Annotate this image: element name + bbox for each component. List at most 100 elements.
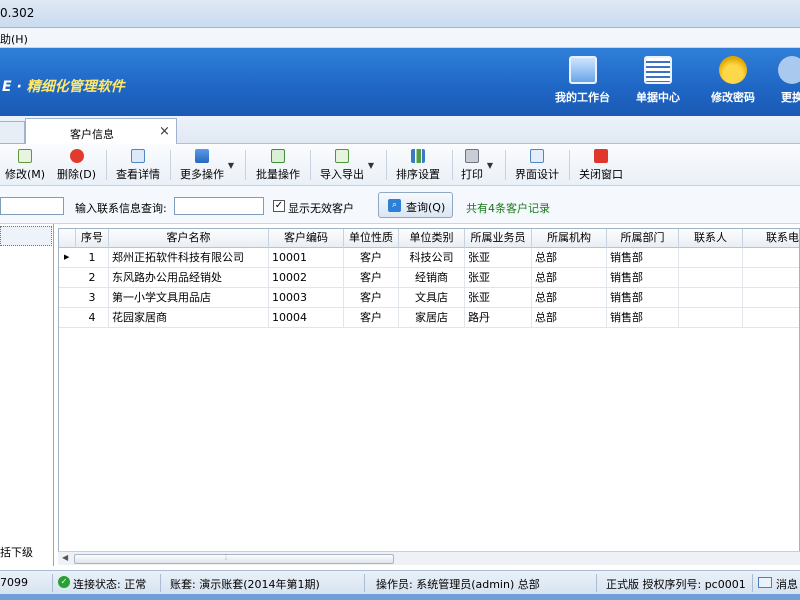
scroll-left-icon[interactable]: ◀ <box>62 553 68 562</box>
show-invalid-label: 显示无效客户 <box>288 202 354 215</box>
cell-nature: 客户 <box>344 248 399 268</box>
edit-button[interactable]: 修改(M) <box>5 147 45 183</box>
cell-name: 东风路办公用品经销处 <box>109 268 269 288</box>
status-connection: 连接状态: 正常 <box>73 578 147 591</box>
column-header[interactable]: 客户名称 <box>109 229 269 248</box>
search-icon: ⌕ <box>388 199 401 212</box>
window-bottom-edge <box>0 594 800 600</box>
cell-nature: 客户 <box>344 268 399 288</box>
cell-index: 4 <box>76 308 109 328</box>
batch-button[interactable]: 批量操作 <box>256 147 300 183</box>
customer-table: 序号 客户名称 客户编码 单位性质 单位类别 所属业务员 所属机构 所属部门 联… <box>58 228 800 564</box>
cell-contact <box>679 248 743 268</box>
ui-design-button[interactable]: 界面设计 <box>515 147 559 183</box>
scrollbar-thumb[interactable]: ⦙ <box>74 553 394 564</box>
show-invalid-checkbox[interactable]: ✓ <box>273 200 285 212</box>
cell-department: 销售部 <box>607 308 679 328</box>
view-detail-button[interactable]: 查看详情 <box>116 147 160 183</box>
batch-icon <box>271 149 285 163</box>
column-header[interactable]: 联系人 <box>679 229 743 248</box>
horizontal-scrollbar[interactable]: ◀ ⦙ <box>58 551 800 565</box>
column-header[interactable]: 客户编码 <box>269 229 344 248</box>
cell-name: 第一小学文具用品店 <box>109 288 269 308</box>
cell-category: 科技公司 <box>399 248 465 268</box>
toolbar-divider <box>452 150 453 180</box>
toolbar-divider <box>505 150 506 180</box>
lock-icon <box>719 56 747 84</box>
column-header[interactable]: 单位性质 <box>344 229 399 248</box>
column-header[interactable]: 联系电 <box>743 229 799 248</box>
cell-index: 2 <box>76 268 109 288</box>
tab-customer-info[interactable]: 客户信息 × <box>25 118 177 145</box>
import-export-icon <box>335 149 349 163</box>
delete-button[interactable]: 删除(D) <box>57 147 96 183</box>
dropdown-arrow-icon[interactable]: ▼ <box>368 161 374 170</box>
close-window-button[interactable]: 关闭窗口 <box>579 147 623 183</box>
table-row[interactable]: 4 花园家居商 10004 客户 家居店 路丹 总部 销售部 <box>59 308 799 328</box>
query-button[interactable]: ⌕ 查询(Q) <box>378 192 453 218</box>
print-button[interactable]: 打印 ▼ <box>461 147 493 183</box>
cell-index: 3 <box>76 288 109 308</box>
cell-organization: 总部 <box>532 288 607 308</box>
sort-icon <box>411 149 425 163</box>
cell-nature: 客户 <box>344 288 399 308</box>
table-row[interactable]: ▶ 1 郑州正拓软件科技有限公司 10001 客户 科技公司 张亚 总部 销售部 <box>59 248 799 268</box>
nav-change-password[interactable]: 修改密码 <box>711 56 755 105</box>
nav-document-center[interactable]: 单据中心 <box>636 56 680 105</box>
tab-bar: 客户信息 × <box>0 116 800 145</box>
cell-name: 花园家居商 <box>109 308 269 328</box>
menu-help[interactable]: 助(H) <box>0 31 28 47</box>
cell-phone <box>743 268 799 288</box>
filter-bar: 输入联系信息查询: ✓ 显示无效客户 ⌕ 查询(Q) 共有4条客户记录 <box>0 186 800 224</box>
column-header[interactable]: 序号 <box>76 229 109 248</box>
nav-my-workbench[interactable]: 我的工作台 <box>555 56 610 105</box>
cell-category: 家居店 <box>399 308 465 328</box>
column-header[interactable]: 所属业务员 <box>465 229 532 248</box>
user-switch-icon <box>778 56 800 84</box>
cell-salesperson: 张亚 <box>465 268 532 288</box>
cell-category: 经销商 <box>399 268 465 288</box>
dropdown-arrow-icon[interactable]: ▼ <box>487 161 493 170</box>
table-row[interactable]: 3 第一小学文具用品店 10003 客户 文具店 张亚 总部 销售部 <box>59 288 799 308</box>
column-header[interactable]: 单位类别 <box>399 229 465 248</box>
status-divider <box>752 574 753 592</box>
cell-code: 10002 <box>269 268 344 288</box>
table-row[interactable]: 2 东风路办公用品经销处 10002 客户 经销商 张亚 总部 销售部 <box>59 268 799 288</box>
monitor-icon <box>568 56 597 84</box>
column-header[interactable]: 所属部门 <box>607 229 679 248</box>
status-version-code: 7099 <box>0 576 28 589</box>
status-license: 正式版 授权序列号: pc0001 <box>606 578 746 591</box>
sort-settings-button[interactable]: 排序设置 <box>396 147 440 183</box>
toolbar-divider <box>310 150 311 180</box>
status-operator: 操作员: 系统管理员(admin) 总部 <box>376 578 540 591</box>
status-message[interactable]: 消息 <box>776 576 798 592</box>
cell-organization: 总部 <box>532 268 607 288</box>
column-header[interactable]: 所属机构 <box>532 229 607 248</box>
close-icon[interactable]: × <box>159 124 170 139</box>
cell-organization: 总部 <box>532 248 607 268</box>
message-icon[interactable] <box>758 577 772 588</box>
cell-name: 郑州正拓软件科技有限公司 <box>109 248 269 268</box>
toolbar-divider <box>386 150 387 180</box>
import-export-button[interactable]: 导入导出 ▼ <box>320 147 374 183</box>
contact-search-input[interactable] <box>174 197 264 215</box>
more-actions-icon <box>195 149 209 163</box>
tab-previous[interactable] <box>0 121 25 144</box>
title-bar: 0.302 <box>0 0 800 28</box>
tab-label: 客户信息 <box>70 128 114 141</box>
dropdown-arrow-icon[interactable]: ▼ <box>228 161 234 170</box>
brand: E · 精细化管理软件 <box>2 76 125 96</box>
view-detail-icon <box>131 149 145 163</box>
toolbar: 修改(M) 删除(D) 查看详情 更多操作 ▼ 批量操作 导入导出 ▼ 排序设置 打… <box>0 144 800 186</box>
status-account: 账套: 演示账套(2014年第1期) <box>170 578 320 591</box>
brand-prefix: E · <box>2 79 27 95</box>
cell-contact <box>679 308 743 328</box>
name-search-input[interactable] <box>0 197 64 215</box>
query-label: 查询(Q) <box>406 201 446 214</box>
column-header-indicator <box>59 229 76 248</box>
tree-selected-node[interactable] <box>0 226 52 246</box>
menu-bar: 助(H) <box>0 28 800 48</box>
include-subordinates-label[interactable]: 括下级 <box>0 544 33 560</box>
more-actions-button[interactable]: 更多操作 ▼ <box>180 147 234 183</box>
nav-switch[interactable]: 更换 <box>778 56 800 105</box>
